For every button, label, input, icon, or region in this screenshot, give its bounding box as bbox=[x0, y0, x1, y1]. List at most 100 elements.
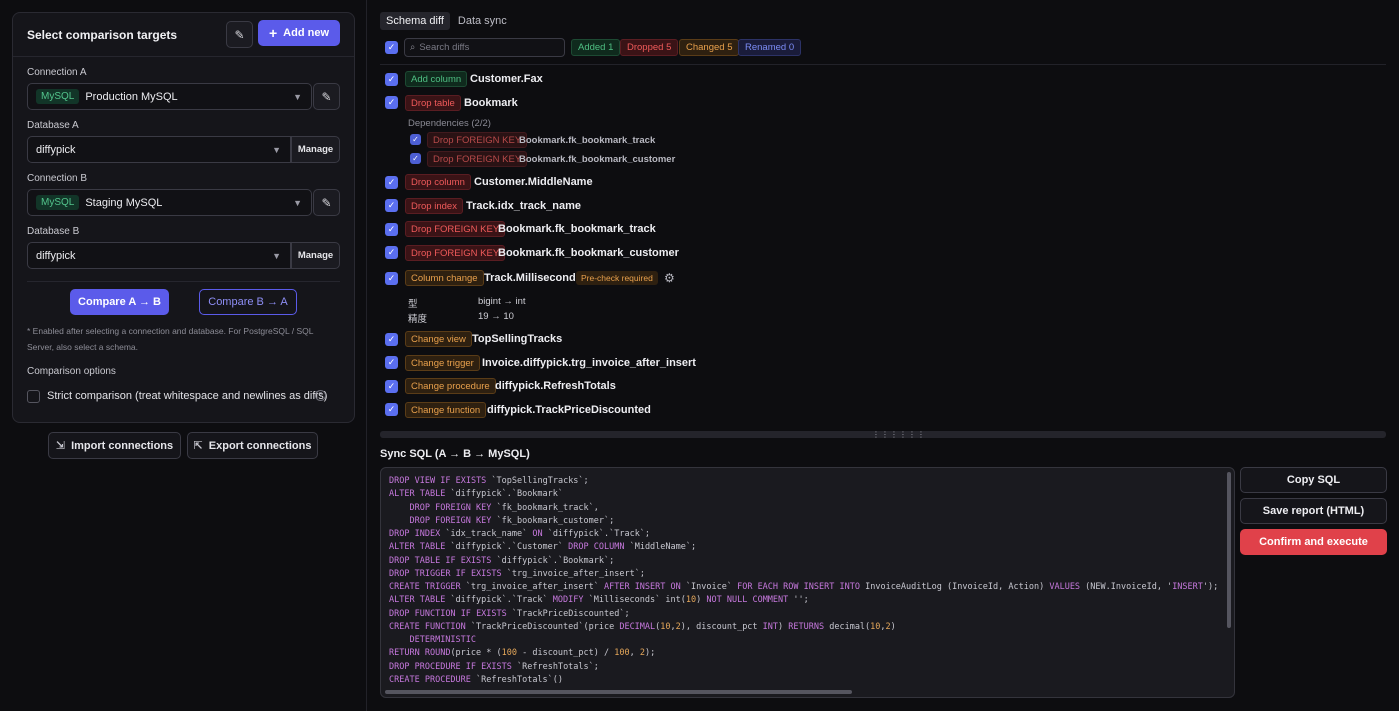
diff-tag: Change function bbox=[405, 402, 487, 418]
sync-sql-title: Sync SQL (A → B → MySQL) bbox=[380, 448, 530, 460]
dependency-name[interactable]: Bookmark.fk_bookmark_customer bbox=[519, 154, 675, 165]
database-a-select[interactable]: diffypick ▼ bbox=[27, 136, 291, 163]
diff-checkbox[interactable]: ✓ bbox=[385, 176, 398, 189]
diff-checkbox[interactable]: ✓ bbox=[385, 73, 398, 86]
add-new-button[interactable]: + Add new bbox=[258, 20, 340, 46]
detail-value: bigint → int bbox=[478, 296, 526, 307]
diff-name[interactable]: Bookmark bbox=[464, 97, 518, 109]
tab-bar: Schema diff Data sync bbox=[380, 12, 513, 30]
connection-b-label: Connection B bbox=[27, 173, 88, 184]
diff-checkbox[interactable]: ✓ bbox=[385, 246, 398, 259]
vertical-scrollbar[interactable] bbox=[1227, 472, 1231, 628]
edit-connection-a-icon[interactable]: ✎ bbox=[313, 83, 340, 110]
tab-schema-diff[interactable]: Schema diff bbox=[380, 12, 450, 30]
diff-tag: Column change bbox=[405, 270, 484, 286]
detail-key: 精度 bbox=[408, 314, 428, 325]
sql-editor[interactable]: DROP VIEW IF EXISTS `TopSellingTracks`; A… bbox=[380, 467, 1235, 698]
diff-tag: Drop column bbox=[405, 174, 471, 190]
search-input[interactable]: ⌕ Search diffs bbox=[404, 38, 565, 57]
strict-comparison-checkbox[interactable] bbox=[27, 390, 40, 403]
horizontal-scrollbar[interactable] bbox=[385, 690, 852, 694]
diff-tag: Drop FOREIGN KEY bbox=[405, 221, 506, 237]
select-all-checkbox[interactable]: ✓ bbox=[385, 41, 398, 54]
diff-tag: Add column bbox=[405, 71, 468, 87]
filter-added[interactable]: Added 1 bbox=[571, 39, 621, 56]
diff-checkbox[interactable]: ✓ bbox=[385, 380, 398, 393]
diff-name[interactable]: Bookmark.fk_bookmark_track bbox=[498, 223, 656, 235]
compare-a-b-button[interactable]: Compare A → B bbox=[70, 289, 169, 315]
database-a-value: diffypick bbox=[36, 143, 76, 156]
sql-line: DROP FOREIGN KEY `fk_bookmark_track`, bbox=[409, 502, 599, 513]
diff-name[interactable]: TopSellingTracks bbox=[472, 333, 562, 345]
dependency-name[interactable]: Bookmark.fk_bookmark_track bbox=[519, 135, 655, 146]
sql-line: ALTER TABLE `diffypick`.`Track` MODIFY `… bbox=[389, 595, 809, 606]
sql-line: DROP FUNCTION IF EXISTS `TrackPriceDisco… bbox=[389, 608, 630, 619]
diff-name[interactable]: Customer.Fax bbox=[470, 73, 543, 85]
filter-renamed[interactable]: Renamed 0 bbox=[738, 39, 802, 56]
divider bbox=[27, 281, 340, 282]
plus-icon: + bbox=[268, 25, 278, 41]
connection-a-label: Connection A bbox=[27, 67, 87, 78]
diff-name[interactable]: Invoice.diffypick.trg_invoice_after_inse… bbox=[482, 357, 696, 369]
save-report-button[interactable]: Save report (HTML) bbox=[1240, 498, 1387, 524]
import-icon: ⇲ bbox=[55, 440, 66, 452]
diff-name[interactable]: diffypick.TrackPriceDiscounted bbox=[487, 404, 651, 416]
sql-code: DROP VIEW IF EXISTS `TopSellingTracks`; A… bbox=[389, 475, 1220, 687]
export-label: Export connections bbox=[208, 439, 312, 452]
chevron-down-icon: ▼ bbox=[293, 197, 302, 208]
diff-checkbox[interactable]: ✓ bbox=[385, 272, 398, 285]
copy-sql-button[interactable]: Copy SQL bbox=[1240, 467, 1387, 493]
connection-a-value: Production MySQL bbox=[85, 90, 178, 103]
import-connections-button[interactable]: ⇲ Import connections bbox=[48, 432, 181, 459]
sql-line: CREATE TRIGGER `trg_invoice_after_insert… bbox=[389, 582, 1219, 592]
diff-name[interactable]: Customer.MiddleName bbox=[474, 176, 593, 188]
chevron-down-icon: ▼ bbox=[272, 144, 281, 155]
edit-connection-b-icon[interactable]: ✎ bbox=[313, 189, 340, 216]
connection-b-select[interactable]: MySQL Staging MySQL ▼ bbox=[27, 189, 312, 216]
diff-checkbox[interactable]: ✓ bbox=[385, 356, 398, 369]
database-a-label: Database A bbox=[27, 120, 79, 131]
sql-line: DETERMINISTIC bbox=[409, 635, 477, 645]
help-icon[interactable]: ? bbox=[315, 390, 326, 401]
tab-data-sync[interactable]: Data sync bbox=[452, 12, 513, 30]
comparison-options-label: Comparison options bbox=[27, 366, 116, 377]
sql-line: DROP TABLE IF EXISTS `diffypick`.`Bookma… bbox=[389, 555, 615, 566]
filter-dropped[interactable]: Dropped 5 bbox=[620, 39, 679, 56]
diff-name[interactable]: Track.idx_track_name bbox=[466, 200, 581, 212]
filter-changed[interactable]: Changed 5 bbox=[679, 39, 740, 56]
manage-a-button[interactable]: Manage bbox=[291, 136, 340, 163]
comparison-targets-card: Select comparison targets ✎ + Add new Co… bbox=[12, 12, 355, 423]
dependency-tag: Drop FOREIGN KEY bbox=[427, 132, 528, 148]
search-placeholder: Search diffs bbox=[419, 42, 470, 53]
sql-line: DROP INDEX `idx_track_name` ON `diffypic… bbox=[389, 529, 651, 539]
database-b-label: Database B bbox=[27, 226, 80, 237]
dependency-checkbox[interactable]: ✓ bbox=[410, 153, 421, 164]
diff-checkbox[interactable]: ✓ bbox=[385, 403, 398, 416]
database-b-select[interactable]: diffypick ▼ bbox=[27, 242, 291, 269]
diff-name[interactable]: diffypick.RefreshTotals bbox=[495, 380, 616, 392]
manage-b-button[interactable]: Manage bbox=[291, 242, 340, 269]
connection-a-select[interactable]: MySQL Production MySQL ▼ bbox=[27, 83, 312, 110]
grip-icon: ⋮⋮⋮⋮⋮⋮ bbox=[872, 430, 926, 439]
gear-icon[interactable]: ⚙ bbox=[664, 271, 675, 285]
export-icon: ⇱ bbox=[193, 440, 203, 452]
confirm-execute-button[interactable]: Confirm and execute bbox=[1240, 529, 1387, 555]
diff-checkbox[interactable]: ✓ bbox=[385, 333, 398, 346]
edit-icon[interactable]: ✎ bbox=[226, 21, 253, 48]
diff-checkbox[interactable]: ✓ bbox=[385, 223, 398, 236]
chevron-down-icon: ▼ bbox=[272, 250, 281, 261]
mysql-badge: MySQL bbox=[36, 89, 80, 104]
sql-line: DROP FOREIGN KEY `fk_bookmark_customer`; bbox=[409, 515, 615, 526]
diff-name[interactable]: Track.Milliseconds bbox=[484, 272, 582, 284]
sql-line: CREATE PROCEDURE `RefreshTotals`() bbox=[389, 674, 564, 685]
diff-checkbox[interactable]: ✓ bbox=[385, 96, 398, 109]
compare-b-a-button[interactable]: Compare B → A bbox=[199, 289, 297, 315]
diff-checkbox[interactable]: ✓ bbox=[385, 199, 398, 212]
export-connections-button[interactable]: ⇱ Export connections bbox=[187, 432, 318, 459]
diff-name[interactable]: Bookmark.fk_bookmark_customer bbox=[498, 247, 679, 259]
mysql-badge: MySQL bbox=[36, 195, 80, 210]
dependency-checkbox[interactable]: ✓ bbox=[410, 134, 421, 145]
resize-handle[interactable]: ⋮⋮⋮⋮⋮⋮ bbox=[380, 430, 1386, 439]
card-header: Select comparison targets ✎ + Add new bbox=[13, 13, 354, 57]
diff-tag: Drop index bbox=[405, 198, 463, 214]
